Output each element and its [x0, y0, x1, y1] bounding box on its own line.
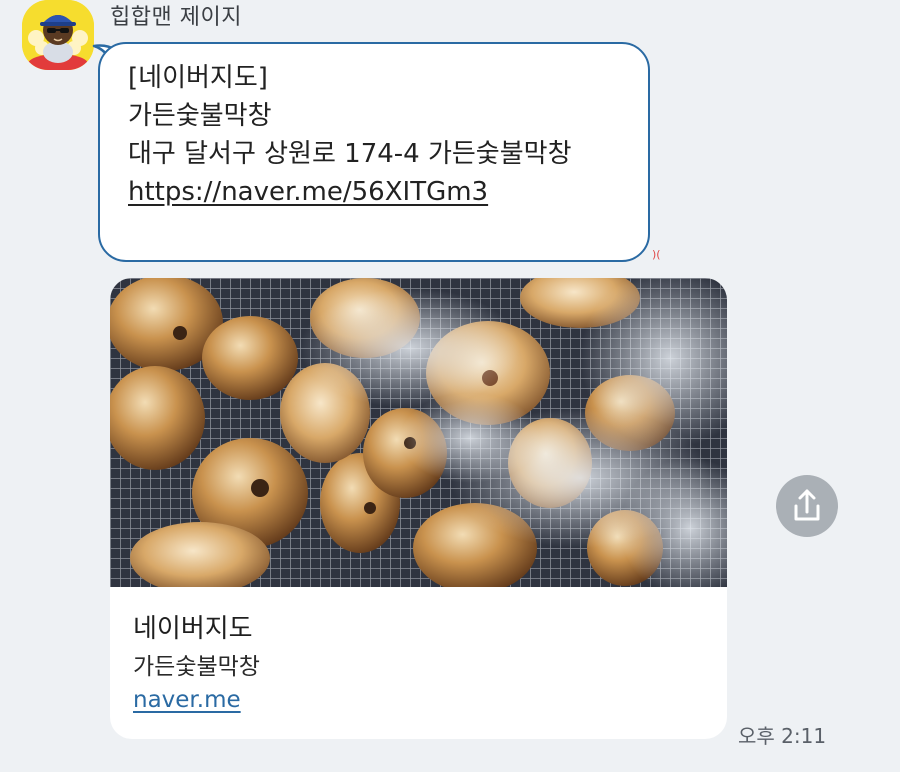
- share-icon: [794, 489, 820, 521]
- preview-description: 가든숯불막창: [133, 654, 260, 680]
- message-bubble[interactable]: [네이버지도] 가든숯불막창 대구 달서구 상원로 174-4 가든숯불막창 h…: [98, 42, 650, 262]
- message-timestamp: 오후 2:11: [738, 724, 827, 748]
- preview-image[interactable]: [110, 278, 727, 587]
- message-link[interactable]: https://naver.me/56XITGm3: [128, 177, 488, 207]
- message-line: 가든숯불막창: [128, 101, 272, 131]
- sender-name: 힙합맨 제이지: [110, 5, 242, 30]
- preview-domain-link[interactable]: naver.me: [133, 687, 241, 713]
- preview-title: 네이버지도: [133, 614, 253, 644]
- link-preview-card[interactable]: 네이버지도 가든숯불막창 naver.me: [110, 278, 727, 739]
- avatar-character-image: [22, 0, 94, 70]
- message-line: 대구 달서구 상원로 174-4 가든숯불막창: [128, 139, 572, 169]
- unread-indicator: )(: [652, 248, 661, 261]
- share-button[interactable]: [776, 475, 838, 537]
- message-line: [네이버지도]: [128, 63, 268, 93]
- sender-avatar[interactable]: [22, 0, 94, 70]
